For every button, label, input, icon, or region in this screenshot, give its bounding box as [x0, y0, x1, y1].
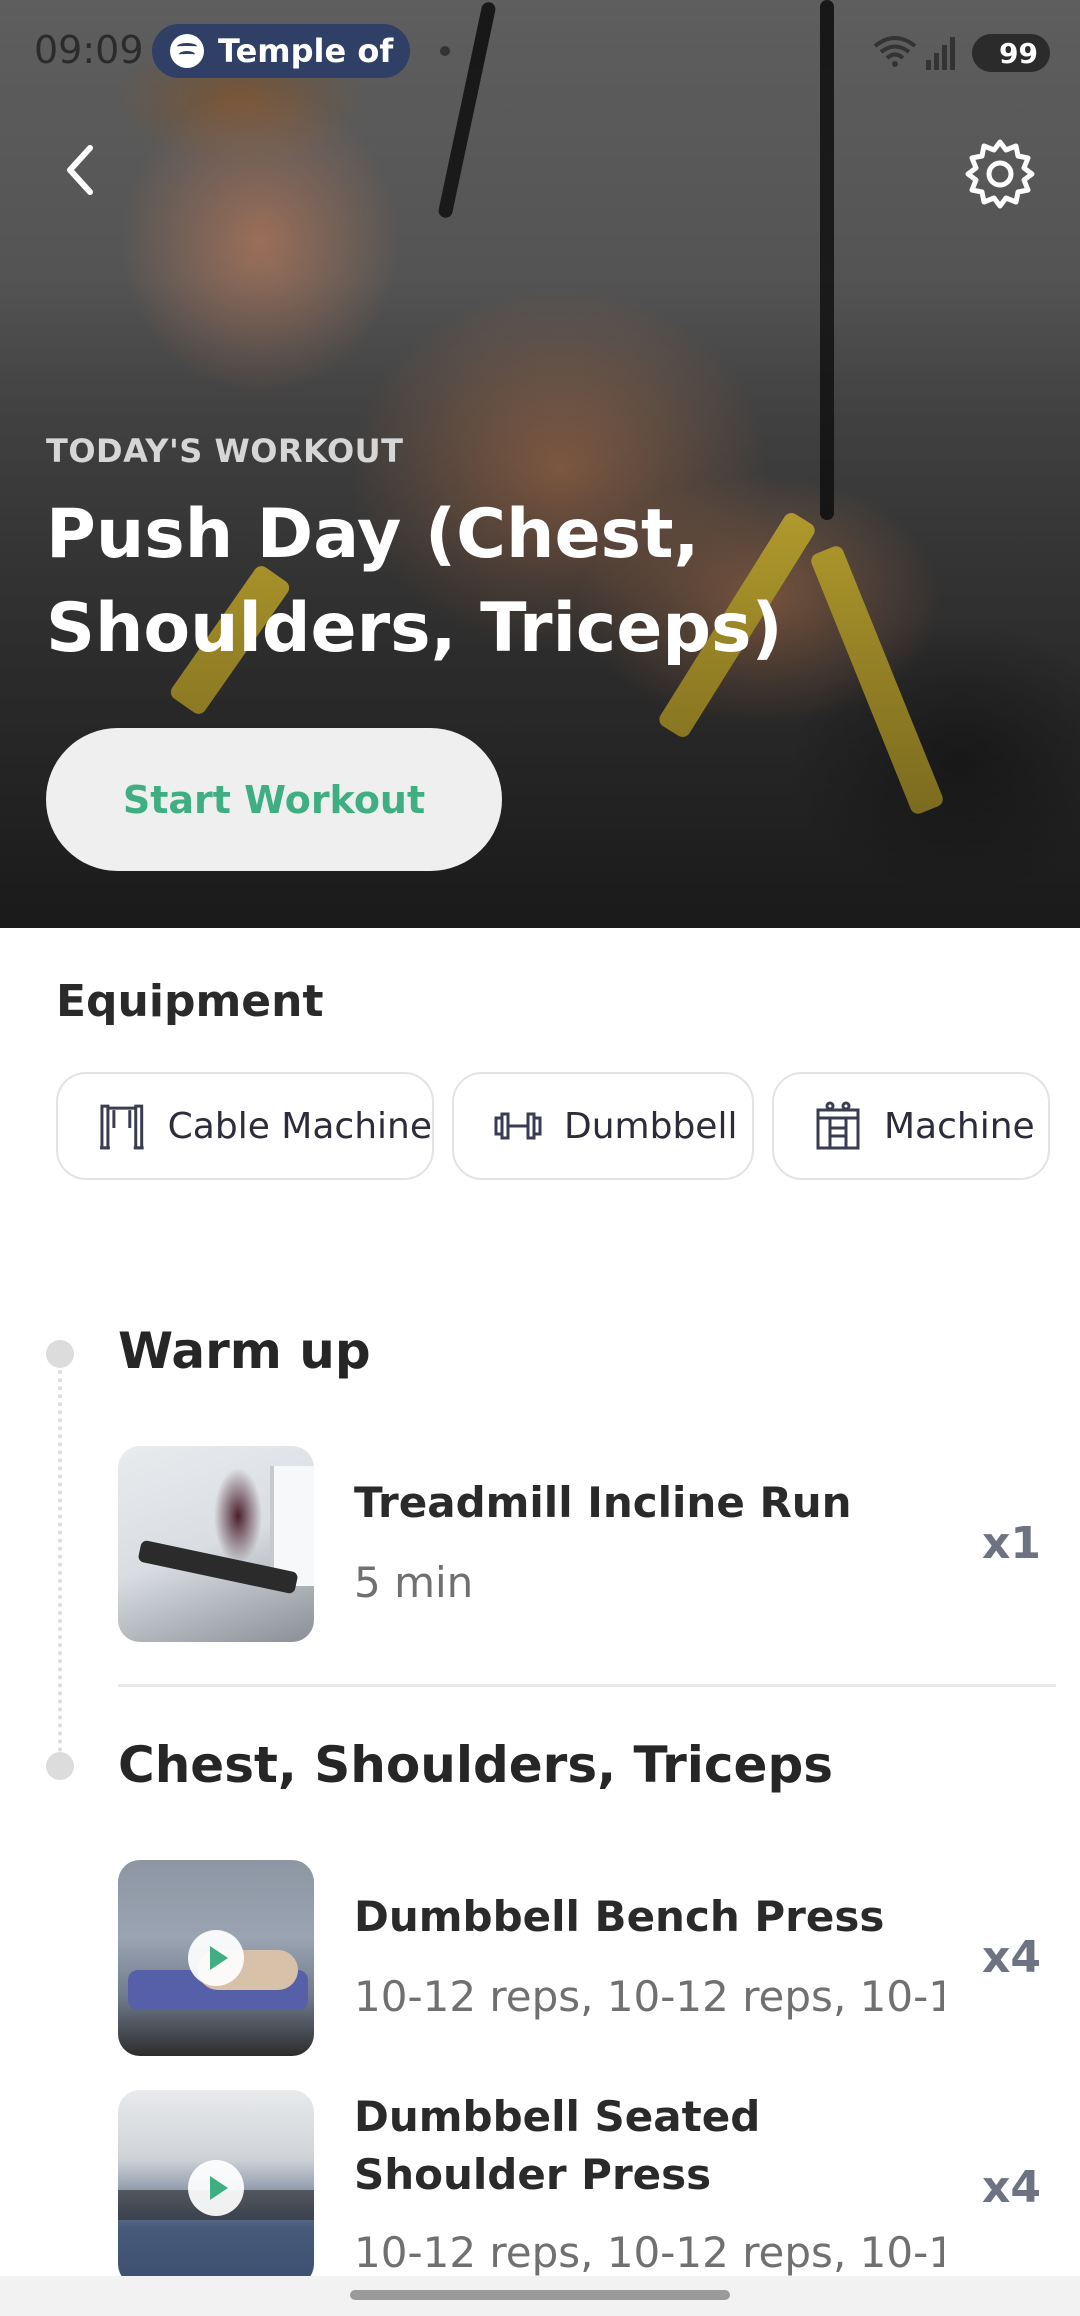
workout-eyebrow: TODAY'S WORKOUT	[46, 432, 404, 470]
cable-machine-icon	[99, 1104, 144, 1150]
signal-icon	[926, 37, 955, 70]
status-time: 09:09	[34, 28, 144, 72]
gear-icon	[965, 139, 1035, 209]
chevron-left-icon	[67, 145, 93, 195]
timeline-dot	[46, 1752, 74, 1780]
status-bar: 09:09 Temple of 99	[0, 0, 1080, 104]
notification-dot-icon	[440, 46, 450, 56]
home-indicator[interactable]	[350, 2290, 730, 2300]
battery-level: 99	[999, 36, 1038, 70]
spotify-icon	[170, 34, 204, 68]
exercise-sets: x1	[982, 1518, 1041, 1569]
battery-indicator: 99	[972, 34, 1050, 72]
dumbbell-icon	[494, 1112, 542, 1140]
start-workout-button[interactable]: Start Workout	[46, 728, 502, 871]
media-pill-label: Temple of	[218, 32, 394, 70]
equipment-chip-label: Dumbbell	[564, 1105, 738, 1147]
exercise-detail: 10-12 reps, 10-12 reps, 10-12..	[354, 1972, 944, 2021]
exercise-detail: 5 min	[354, 1558, 474, 1607]
equipment-chip-label: Machine	[884, 1105, 1035, 1147]
equipment-chip-machine[interactable]: Machine	[772, 1072, 1050, 1180]
workout-title: Push Day (Chest, Shoulders, Triceps)	[46, 495, 783, 668]
play-icon[interactable]	[188, 1930, 244, 1986]
exercise-name: Dumbbell Bench Press	[354, 1892, 885, 1941]
media-pill[interactable]: Temple of	[152, 24, 410, 78]
wifi-icon	[873, 36, 917, 67]
exercise-name: Dumbbell Seated Shoulder Press	[354, 2092, 761, 2199]
exercise-name: Treadmill Incline Run	[354, 1478, 852, 1527]
equipment-chip-dumbbell[interactable]: Dumbbell	[452, 1072, 754, 1180]
divider	[118, 1684, 1056, 1687]
exercise-thumbnail	[118, 1860, 314, 2056]
exercise-sets: x4	[982, 2162, 1041, 2213]
exercise-detail: 10-12 reps, 10-12 reps, 10-12..	[354, 2228, 944, 2277]
group-title-warm-up: Warm up	[118, 1322, 371, 1380]
play-icon[interactable]	[188, 2160, 244, 2216]
machine-icon	[816, 1101, 860, 1150]
equipment-heading: Equipment	[56, 976, 324, 1027]
equipment-chip-cable-machine[interactable]: Cable Machine	[56, 1072, 434, 1180]
exercise-sets: x4	[982, 1932, 1041, 1983]
timeline-connector	[58, 1354, 62, 1752]
group-title-chest-shoulders-triceps: Chest, Shoulders, Triceps	[118, 1736, 833, 1794]
exercise-thumbnail	[118, 2090, 314, 2286]
settings-button[interactable]	[962, 136, 1038, 212]
exercise-thumbnail	[118, 1446, 314, 1642]
back-button[interactable]	[48, 138, 112, 202]
equipment-chip-label: Cable Machine	[167, 1105, 432, 1147]
hero-banner: 09:09 Temple of 99 TODAY'S WORKOUT Push …	[0, 0, 1080, 928]
